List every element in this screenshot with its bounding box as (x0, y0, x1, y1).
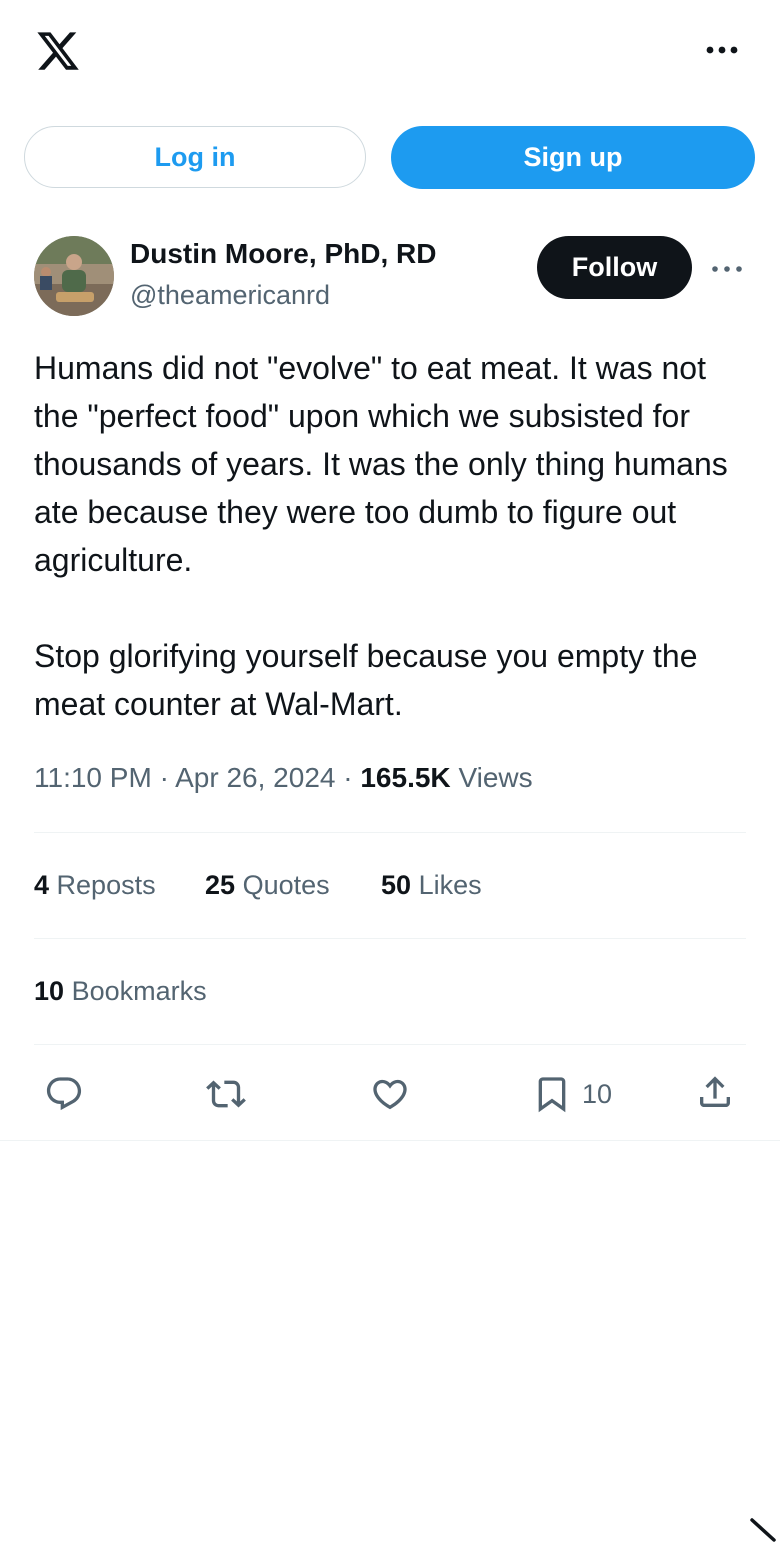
quotes-label: Quotes (242, 870, 330, 900)
signup-button[interactable]: Sign up (391, 126, 755, 189)
views-label: Views (458, 762, 533, 793)
post-time[interactable]: 11:10 PM (34, 762, 152, 793)
reply-icon (46, 1077, 82, 1111)
share-button[interactable] (695, 1072, 735, 1112)
bookmark-icon (538, 1077, 566, 1113)
bookmarks-count: 10 (34, 976, 65, 1006)
author-handle[interactable]: @theamericanrd (130, 280, 330, 311)
post-meta: 11:10 PM · Apr 26, 2024 · 165.5K Views (34, 762, 533, 794)
likes-stat[interactable]: 50 Likes (381, 870, 482, 901)
heart-icon (373, 1079, 407, 1110)
like-button[interactable] (370, 1074, 410, 1114)
avatar[interactable] (34, 236, 114, 316)
divider (34, 938, 746, 939)
divider (34, 832, 746, 833)
repost-button[interactable] (206, 1074, 246, 1114)
likes-label: Likes (418, 870, 482, 900)
resize-handle-icon[interactable] (748, 1518, 778, 1542)
bookmark-button[interactable]: 10 (532, 1074, 612, 1114)
likes-count: 50 (381, 870, 412, 900)
bookmark-count: 10 (582, 1078, 613, 1109)
divider (34, 1044, 746, 1045)
reposts-label: Reposts (56, 870, 156, 900)
post-more-icon[interactable] (709, 258, 745, 280)
post-text: Humans did not "evolve" to eat meat. It … (34, 350, 728, 722)
reposts-count: 4 (34, 870, 50, 900)
quotes-count: 25 (205, 870, 236, 900)
views-count: 165.5K (360, 762, 451, 793)
follow-button[interactable]: Follow (537, 236, 692, 299)
meta-separator: · (159, 762, 169, 793)
reposts-stat[interactable]: 4 Reposts (34, 870, 156, 901)
bookmarks-stat[interactable]: 10 Bookmarks (34, 976, 207, 1007)
bookmarks-label: Bookmarks (71, 976, 207, 1006)
repost-icon (206, 1080, 246, 1108)
more-options-icon[interactable] (704, 38, 740, 62)
divider (0, 1140, 780, 1141)
login-button[interactable]: Log in (24, 126, 366, 188)
quotes-stat[interactable]: 25 Quotes (205, 870, 330, 901)
post-date[interactable]: Apr 26, 2024 (175, 762, 335, 793)
reply-button[interactable] (44, 1074, 84, 1114)
author-name[interactable]: Dustin Moore, PhD, RD (130, 238, 436, 270)
share-icon (700, 1076, 730, 1107)
meta-separator: · (343, 762, 353, 793)
x-logo-icon[interactable] (34, 28, 82, 74)
